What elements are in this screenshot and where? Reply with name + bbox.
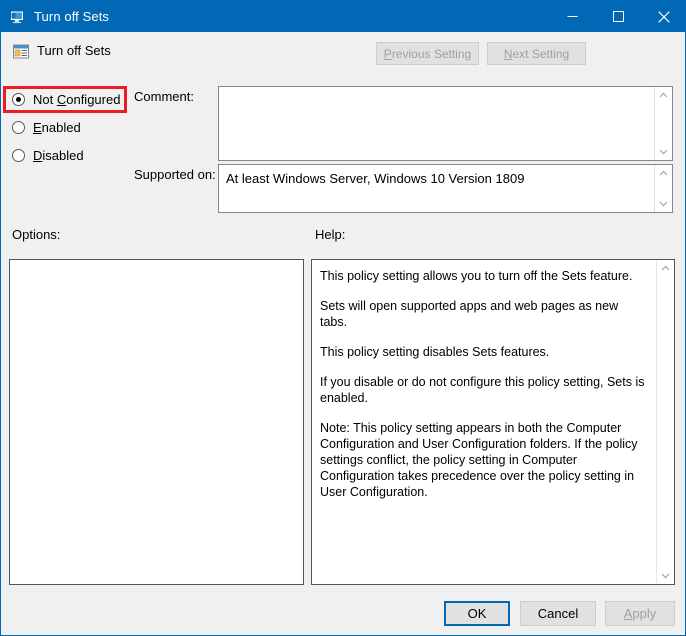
title-bar: Turn off Sets [1, 1, 685, 32]
apply-button-label: pply [632, 606, 657, 621]
supported-on-value: At least Windows Server, Windows 10 Vers… [226, 171, 525, 186]
radio-not-configured[interactable]: Not Configured [12, 92, 120, 107]
help-text: This policy setting allows you to turn o… [312, 260, 656, 584]
help-paragraph: Note: This policy setting appears in bot… [320, 421, 638, 499]
help-paragraph: This policy setting allows you to turn o… [320, 269, 633, 283]
comment-textbox[interactable] [218, 86, 673, 161]
help-paragraph: If you disable or do not configure this … [320, 375, 645, 405]
ok-button[interactable]: OK [444, 601, 510, 626]
options-label: Options: [12, 227, 61, 242]
computer-monitor-icon [9, 9, 25, 25]
apply-button[interactable]: Apply [605, 601, 675, 626]
chevron-up-icon[interactable] [655, 165, 672, 181]
options-content [10, 260, 303, 584]
radio-label-enabled: Enabled [33, 120, 81, 135]
previous-setting-label: revious Setting [391, 46, 472, 61]
supported-on-scrollbar[interactable] [654, 165, 672, 212]
close-icon[interactable] [641, 1, 685, 32]
header-row: Turn off Sets Previous Setting Next Sett… [1, 32, 685, 81]
chevron-down-icon[interactable] [657, 568, 674, 584]
cancel-button[interactable]: Cancel [520, 601, 596, 626]
policy-title: Turn off Sets [37, 43, 111, 58]
radio-mark-disabled [12, 149, 25, 162]
cancel-button-label: Cancel [537, 606, 579, 621]
chevron-up-icon[interactable] [657, 260, 674, 276]
chevron-down-icon[interactable] [655, 196, 672, 212]
help-panel: This policy setting allows you to turn o… [311, 259, 675, 585]
previous-setting-accel: P [383, 46, 392, 61]
radio-mark-enabled [12, 121, 25, 134]
radio-label-disabled: Disabled [33, 148, 84, 163]
help-paragraph: Sets will open supported apps and web pa… [320, 299, 619, 329]
next-setting-button[interactable]: Next Setting [487, 42, 586, 65]
window-title: Turn off Sets [34, 9, 110, 24]
supported-on-label: Supported on: [134, 167, 216, 182]
group-policy-setting-dialog: Turn off Sets Turn off Sets Previous Set… [0, 0, 686, 636]
help-paragraph: This policy setting disables Sets featur… [320, 345, 550, 359]
maximize-icon[interactable] [595, 1, 641, 32]
comment-scrollbar[interactable] [654, 87, 672, 160]
help-scrollbar[interactable] [656, 260, 674, 584]
policy-setting-icon [12, 43, 30, 61]
help-label: Help: [315, 227, 346, 242]
supported-on-textbox: At least Windows Server, Windows 10 Vers… [218, 164, 673, 213]
options-panel[interactable] [9, 259, 304, 585]
chevron-down-icon[interactable] [655, 144, 672, 160]
minimize-icon[interactable] [549, 1, 595, 32]
comment-label: Comment: [134, 89, 194, 104]
radio-mark-not-configured [12, 93, 25, 106]
caption-buttons [549, 1, 685, 32]
radio-disabled[interactable]: Disabled [12, 148, 84, 163]
comment-value[interactable] [219, 87, 654, 160]
ok-button-label: OK [467, 606, 487, 621]
radio-enabled[interactable]: Enabled [12, 120, 81, 135]
previous-setting-button[interactable]: Previous Setting [376, 42, 479, 65]
next-setting-label: ext Setting [512, 46, 570, 61]
chevron-up-icon[interactable] [655, 87, 672, 103]
radio-label-not-configured: Not Configured [33, 92, 121, 107]
